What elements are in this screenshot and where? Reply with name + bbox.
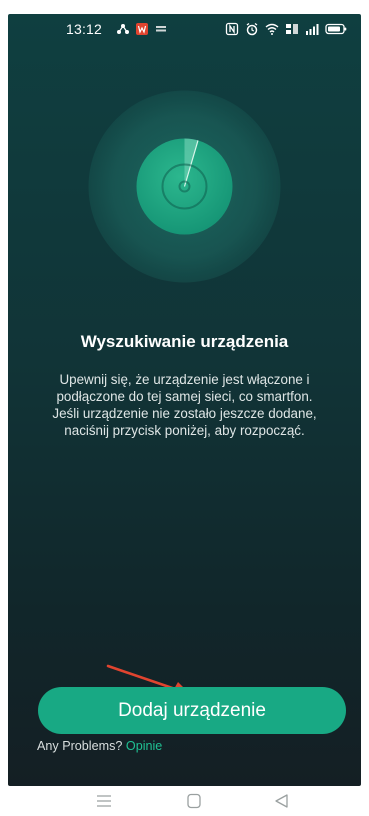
network-icon xyxy=(117,24,129,34)
small-app-icon xyxy=(156,26,166,32)
problems-row: Any Problems? Opinie xyxy=(37,739,162,753)
status-left-icons xyxy=(116,22,168,36)
page-title: Wyszukiwanie urządzenia xyxy=(80,332,289,351)
app-notification-icon xyxy=(136,23,148,35)
description-line: Jeśli urządzenie nie zostało jeszcze dod… xyxy=(52,406,317,421)
description-line: podłączone do tej samej sieci, co smartf… xyxy=(56,389,313,404)
menu-icon[interactable] xyxy=(93,791,115,811)
wifi-icon xyxy=(265,23,279,35)
back-icon[interactable] xyxy=(271,791,293,811)
battery-icon xyxy=(325,23,347,35)
home-icon[interactable] xyxy=(183,791,205,811)
add-device-button[interactable]: Dodaj urządzenie xyxy=(38,687,346,734)
alarm-icon xyxy=(246,22,258,36)
description-line: Upewnij się, że urządzenie jest włączone… xyxy=(59,372,310,387)
volte-icon xyxy=(286,24,298,34)
radar-rings xyxy=(88,90,281,283)
scan-description: Upewnij się, że urządzenie jest włączone… xyxy=(32,371,337,439)
phone-frame: 13:12 Wyszukiwanie urządzenia Upewnij si… xyxy=(0,0,369,816)
status-right-icons xyxy=(225,22,347,36)
feedback-link[interactable]: Opinie xyxy=(126,739,162,753)
description-line: naciśnij przycisk poniżej, aby rozpocząć… xyxy=(64,423,305,438)
nfc-icon xyxy=(225,22,239,36)
signal-icon xyxy=(306,24,319,35)
status-time: 13:12 xyxy=(66,21,103,37)
system-nav-bar xyxy=(0,786,369,816)
status-bar: 13:12 xyxy=(8,14,361,44)
app-screen: 13:12 Wyszukiwanie urządzenia Upewnij si… xyxy=(8,14,361,786)
problems-prefix: Any Problems? xyxy=(37,739,123,753)
